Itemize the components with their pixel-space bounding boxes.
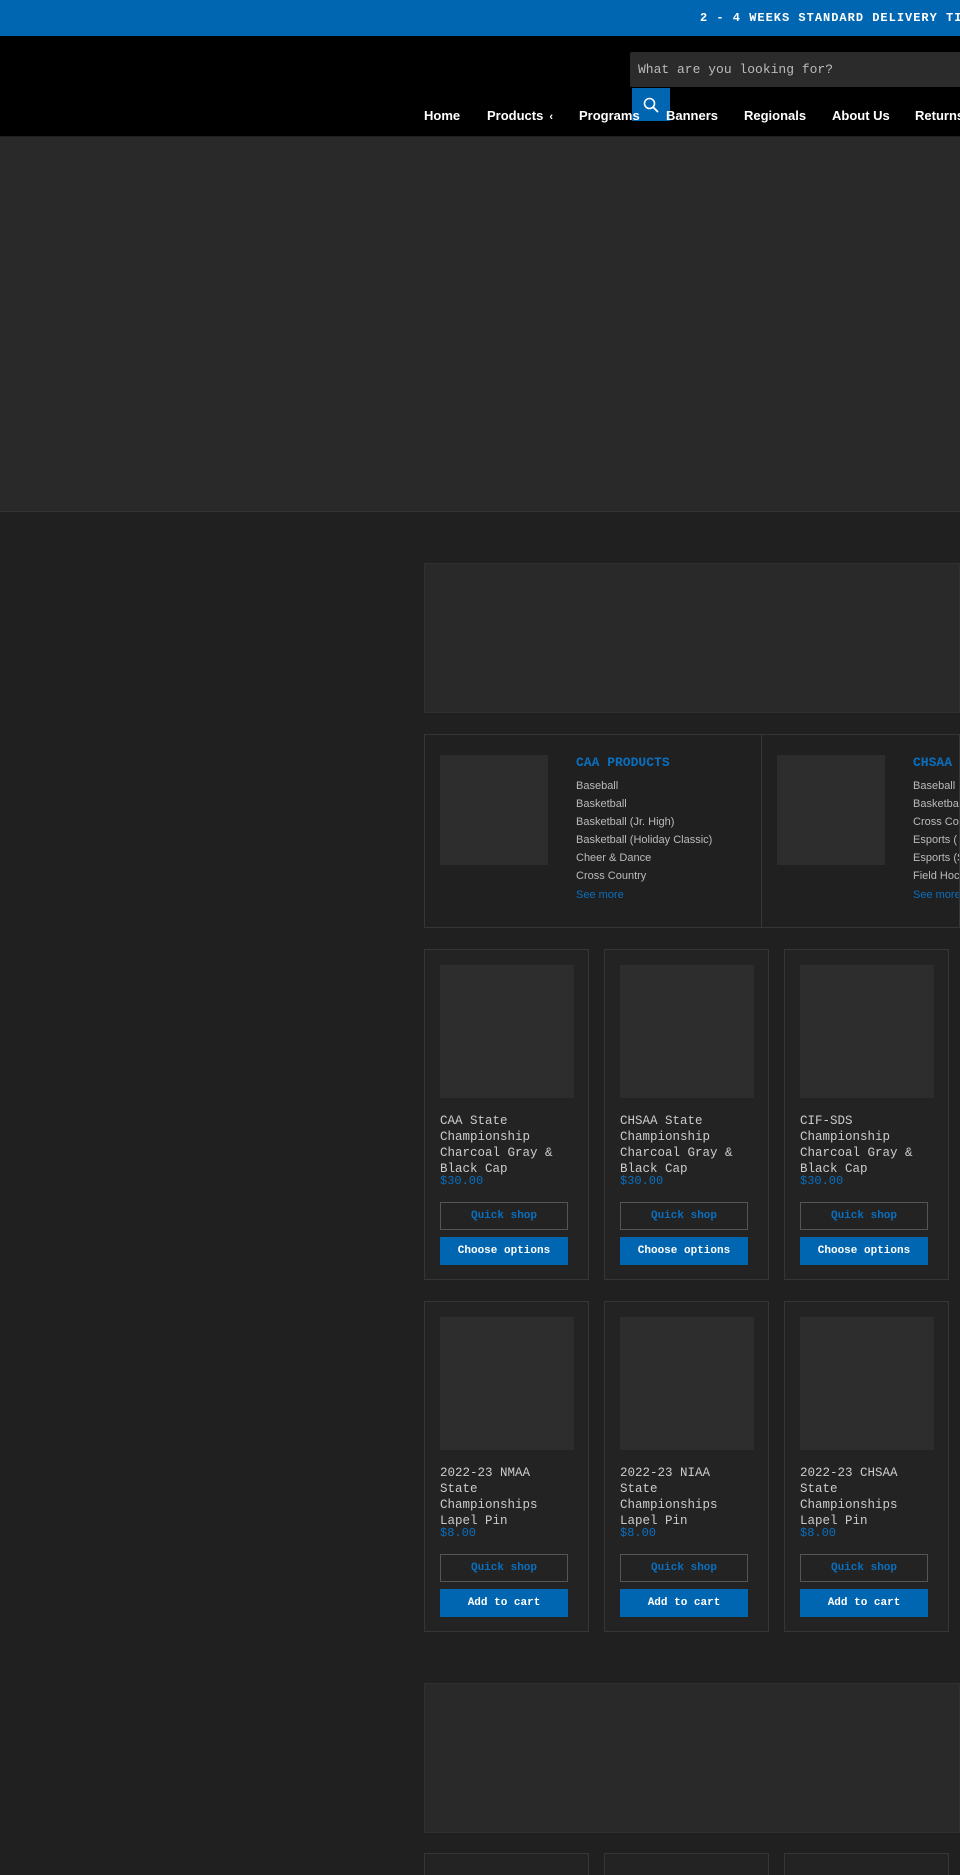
product-image[interactable] — [800, 1317, 934, 1450]
nav-label: Regionals — [744, 108, 807, 123]
collection-title[interactable]: CHSAA — [913, 755, 952, 770]
product-card — [784, 1853, 949, 1875]
hero-banner[interactable] — [0, 137, 960, 512]
product-image[interactable] — [440, 1317, 574, 1450]
nav-label: Home — [424, 108, 461, 123]
choose-options-button[interactable]: Choose options — [800, 1237, 928, 1265]
collection-link[interactable]: Cross Country — [576, 867, 712, 885]
collection-link[interactable]: Basketba — [913, 795, 959, 813]
quick-shop-button[interactable]: Quick shop — [620, 1202, 748, 1230]
nav-label: Banners — [666, 108, 719, 123]
add-to-cart-button[interactable]: Add to cart — [620, 1589, 748, 1617]
product-card: CIF-SDS Championship Charcoal Gray & Bla… — [784, 949, 949, 1280]
collection-links: Baseball Basketba Cross Co Esports ( Esp… — [913, 777, 959, 885]
main-nav: Home Products ‹ Programs Banners Regional… — [0, 108, 960, 132]
collection-link[interactable]: Basketball (Holiday Classic) — [576, 831, 712, 849]
chevron-left-icon: ‹ — [549, 111, 554, 123]
product-card: 2022-23 NMAA State Championships Lapel P… — [424, 1301, 589, 1632]
nav-label: Returns — [915, 108, 960, 123]
collection-link[interactable]: Esports (S — [913, 849, 959, 867]
product-price: $8.00 — [620, 1526, 657, 1540]
product-image[interactable] — [800, 965, 934, 1098]
product-title[interactable]: 2022-23 NIAA State Championships Lapel P… — [620, 1465, 754, 1529]
product-card: CHSAA State Championship Charcoal Gray &… — [604, 949, 769, 1280]
product-card — [604, 1853, 769, 1875]
nav-home[interactable]: Home — [424, 108, 460, 123]
promo-banner[interactable] — [424, 1683, 960, 1833]
site-header: Home Products ‹ Programs Banners Regional… — [0, 36, 960, 136]
see-more-link[interactable]: See more — [913, 889, 959, 901]
product-title[interactable]: 2022-23 CHSAA State Championships Lapel … — [800, 1465, 934, 1529]
product-title[interactable]: CAA State Championship Charcoal Gray & B… — [440, 1113, 574, 1177]
quick-shop-button[interactable]: Quick shop — [440, 1202, 568, 1230]
announcement-bar: 2 - 4 WEEKS STANDARD DELIVERY TIME (6 - — [0, 0, 960, 36]
product-image[interactable] — [620, 1317, 754, 1450]
nav-returns[interactable]: Returns — [915, 108, 960, 123]
collection-card-chsaa: CHSAA Baseball Basketba Cross Co Esports… — [762, 735, 959, 927]
product-title[interactable]: CHSAA State Championship Charcoal Gray &… — [620, 1113, 754, 1177]
quick-shop-button[interactable]: Quick shop — [620, 1554, 748, 1582]
collection-link[interactable]: Esports ( — [913, 831, 959, 849]
nav-regionals[interactable]: Regionals — [744, 108, 806, 123]
product-card: CAA State Championship Charcoal Gray & B… — [424, 949, 589, 1280]
promo-banner[interactable] — [424, 563, 960, 713]
quick-shop-button[interactable]: Quick shop — [440, 1554, 568, 1582]
choose-options-button[interactable]: Choose options — [620, 1237, 748, 1265]
collection-card-caa: CAA PRODUCTS Baseball Basketball Basketb… — [425, 735, 762, 927]
collection-list: CAA PRODUCTS Baseball Basketball Basketb… — [424, 734, 960, 928]
product-price: $8.00 — [800, 1526, 837, 1540]
nav-label: Products — [487, 108, 544, 123]
collection-link[interactable]: Baseball — [576, 777, 712, 795]
see-more-link[interactable]: See more — [576, 889, 624, 901]
product-image[interactable] — [440, 965, 574, 1098]
quick-shop-button[interactable]: Quick shop — [800, 1202, 928, 1230]
product-card — [424, 1853, 589, 1875]
add-to-cart-button[interactable]: Add to cart — [800, 1589, 928, 1617]
nav-label: About Us — [832, 108, 890, 123]
add-to-cart-button[interactable]: Add to cart — [440, 1589, 568, 1617]
collection-link[interactable]: Basketball (Jr. High) — [576, 813, 712, 831]
nav-products[interactable]: Products ‹ — [487, 108, 553, 123]
collection-links: Baseball Basketball Basketball (Jr. High… — [576, 777, 712, 885]
collection-image[interactable] — [777, 755, 885, 865]
collection-image[interactable] — [440, 755, 548, 865]
nav-label: Programs — [579, 108, 640, 123]
collection-link[interactable]: Cheer & Dance — [576, 849, 712, 867]
product-title[interactable]: CIF-SDS Championship Charcoal Gray & Bla… — [800, 1113, 934, 1177]
collection-link[interactable]: Baseball — [913, 777, 959, 795]
quick-shop-button[interactable]: Quick shop — [800, 1554, 928, 1582]
collection-link[interactable]: Cross Co — [913, 813, 959, 831]
product-price: $30.00 — [800, 1174, 844, 1188]
choose-options-button[interactable]: Choose options — [440, 1237, 568, 1265]
product-image[interactable] — [620, 965, 754, 1098]
nav-about-us[interactable]: About Us — [832, 108, 890, 123]
product-card: 2022-23 CHSAA State Championships Lapel … — [784, 1301, 949, 1632]
product-price: $30.00 — [620, 1174, 664, 1188]
nav-programs[interactable]: Programs — [579, 108, 640, 123]
product-price: $8.00 — [440, 1526, 477, 1540]
collection-link[interactable]: Basketball — [576, 795, 712, 813]
nav-banners[interactable]: Banners — [666, 108, 718, 123]
product-price: $30.00 — [440, 1174, 484, 1188]
search-input[interactable] — [630, 52, 960, 87]
collection-link[interactable]: Field Hoc — [913, 867, 959, 885]
product-card: 2022-23 NIAA State Championships Lapel P… — [604, 1301, 769, 1632]
product-title[interactable]: 2022-23 NMAA State Championships Lapel P… — [440, 1465, 574, 1529]
collection-title[interactable]: CAA PRODUCTS — [576, 755, 670, 770]
announcement-text: 2 - 4 WEEKS STANDARD DELIVERY TIME (6 - — [700, 11, 960, 25]
